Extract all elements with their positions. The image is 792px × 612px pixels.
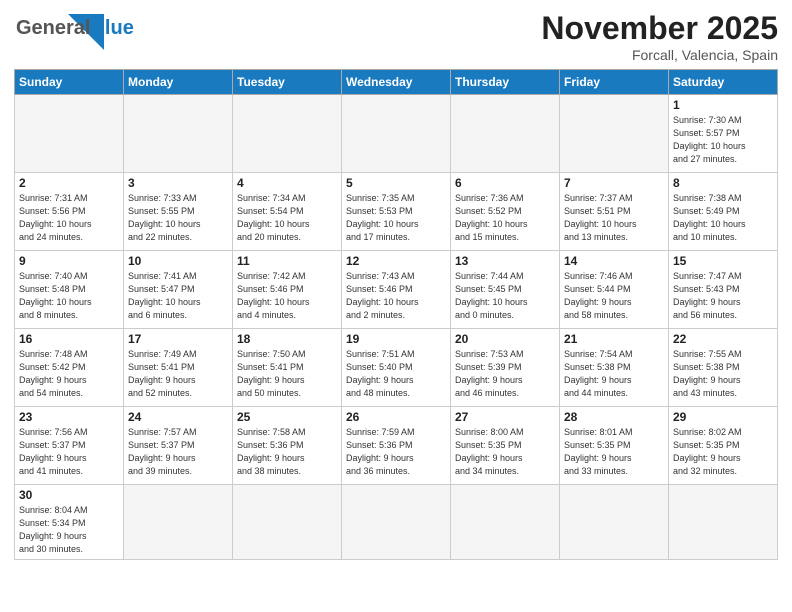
col-saturday: Saturday xyxy=(669,70,778,95)
page: GeneralBlue November 2025 Forcall, Valen… xyxy=(0,0,792,612)
day-6: 6 Sunrise: 7:36 AMSunset: 5:52 PMDayligh… xyxy=(451,173,560,251)
empty-cell xyxy=(451,95,560,173)
empty-cell xyxy=(451,485,560,560)
table-row: 1 Sunrise: 7:30 AMSunset: 5:57 PMDayligh… xyxy=(15,95,778,173)
day-8: 8 Sunrise: 7:38 AMSunset: 5:49 PMDayligh… xyxy=(669,173,778,251)
day-18: 18 Sunrise: 7:50 AMSunset: 5:41 PMDaylig… xyxy=(233,329,342,407)
logo-text: GeneralBlue xyxy=(16,18,134,38)
col-sunday: Sunday xyxy=(15,70,124,95)
day-21: 21 Sunrise: 7:54 AMSunset: 5:38 PMDaylig… xyxy=(560,329,669,407)
day-26: 26 Sunrise: 7:59 AMSunset: 5:36 PMDaylig… xyxy=(342,407,451,485)
empty-cell xyxy=(233,95,342,173)
col-thursday: Thursday xyxy=(451,70,560,95)
location: Forcall, Valencia, Spain xyxy=(541,47,778,63)
day-20: 20 Sunrise: 7:53 AMSunset: 5:39 PMDaylig… xyxy=(451,329,560,407)
day-2: 2 Sunrise: 7:31 AMSunset: 5:56 PMDayligh… xyxy=(15,173,124,251)
day-14: 14 Sunrise: 7:46 AMSunset: 5:44 PMDaylig… xyxy=(560,251,669,329)
logo: GeneralBlue xyxy=(14,10,104,58)
empty-cell xyxy=(233,485,342,560)
day-9: 9 Sunrise: 7:40 AMSunset: 5:48 PMDayligh… xyxy=(15,251,124,329)
day-1: 1 Sunrise: 7:30 AMSunset: 5:57 PMDayligh… xyxy=(669,95,778,173)
day-24: 24 Sunrise: 7:57 AMSunset: 5:37 PMDaylig… xyxy=(124,407,233,485)
day-4: 4 Sunrise: 7:34 AMSunset: 5:54 PMDayligh… xyxy=(233,173,342,251)
table-row: 30 Sunrise: 8:04 AMSunset: 5:34 PMDaylig… xyxy=(15,485,778,560)
header: GeneralBlue November 2025 Forcall, Valen… xyxy=(14,10,778,63)
empty-cell xyxy=(342,95,451,173)
day-16: 16 Sunrise: 7:48 AMSunset: 5:42 PMDaylig… xyxy=(15,329,124,407)
day-13: 13 Sunrise: 7:44 AMSunset: 5:45 PMDaylig… xyxy=(451,251,560,329)
day-29: 29 Sunrise: 8:02 AMSunset: 5:35 PMDaylig… xyxy=(669,407,778,485)
table-row: 2 Sunrise: 7:31 AMSunset: 5:56 PMDayligh… xyxy=(15,173,778,251)
empty-cell xyxy=(342,485,451,560)
table-row: 23 Sunrise: 7:56 AMSunset: 5:37 PMDaylig… xyxy=(15,407,778,485)
day-25: 25 Sunrise: 7:58 AMSunset: 5:36 PMDaylig… xyxy=(233,407,342,485)
day-7: 7 Sunrise: 7:37 AMSunset: 5:51 PMDayligh… xyxy=(560,173,669,251)
col-tuesday: Tuesday xyxy=(233,70,342,95)
col-wednesday: Wednesday xyxy=(342,70,451,95)
day-11: 11 Sunrise: 7:42 AMSunset: 5:46 PMDaylig… xyxy=(233,251,342,329)
empty-cell xyxy=(15,95,124,173)
table-row: 9 Sunrise: 7:40 AMSunset: 5:48 PMDayligh… xyxy=(15,251,778,329)
empty-cell xyxy=(669,485,778,560)
table-row: 16 Sunrise: 7:48 AMSunset: 5:42 PMDaylig… xyxy=(15,329,778,407)
day-12: 12 Sunrise: 7:43 AMSunset: 5:46 PMDaylig… xyxy=(342,251,451,329)
empty-cell xyxy=(560,95,669,173)
empty-cell xyxy=(560,485,669,560)
day-22: 22 Sunrise: 7:55 AMSunset: 5:38 PMDaylig… xyxy=(669,329,778,407)
col-friday: Friday xyxy=(560,70,669,95)
col-monday: Monday xyxy=(124,70,233,95)
day-23: 23 Sunrise: 7:56 AMSunset: 5:37 PMDaylig… xyxy=(15,407,124,485)
day-10: 10 Sunrise: 7:41 AMSunset: 5:47 PMDaylig… xyxy=(124,251,233,329)
month-title: November 2025 xyxy=(541,10,778,47)
title-area: November 2025 Forcall, Valencia, Spain xyxy=(541,10,778,63)
day-30: 30 Sunrise: 8:04 AMSunset: 5:34 PMDaylig… xyxy=(15,485,124,560)
empty-cell xyxy=(124,485,233,560)
calendar-table: Sunday Monday Tuesday Wednesday Thursday… xyxy=(14,69,778,560)
day-19: 19 Sunrise: 7:51 AMSunset: 5:40 PMDaylig… xyxy=(342,329,451,407)
day-15: 15 Sunrise: 7:47 AMSunset: 5:43 PMDaylig… xyxy=(669,251,778,329)
day-27: 27 Sunrise: 8:00 AMSunset: 5:35 PMDaylig… xyxy=(451,407,560,485)
empty-cell xyxy=(124,95,233,173)
day-28: 28 Sunrise: 8:01 AMSunset: 5:35 PMDaylig… xyxy=(560,407,669,485)
day-17: 17 Sunrise: 7:49 AMSunset: 5:41 PMDaylig… xyxy=(124,329,233,407)
day-5: 5 Sunrise: 7:35 AMSunset: 5:53 PMDayligh… xyxy=(342,173,451,251)
day-3: 3 Sunrise: 7:33 AMSunset: 5:55 PMDayligh… xyxy=(124,173,233,251)
